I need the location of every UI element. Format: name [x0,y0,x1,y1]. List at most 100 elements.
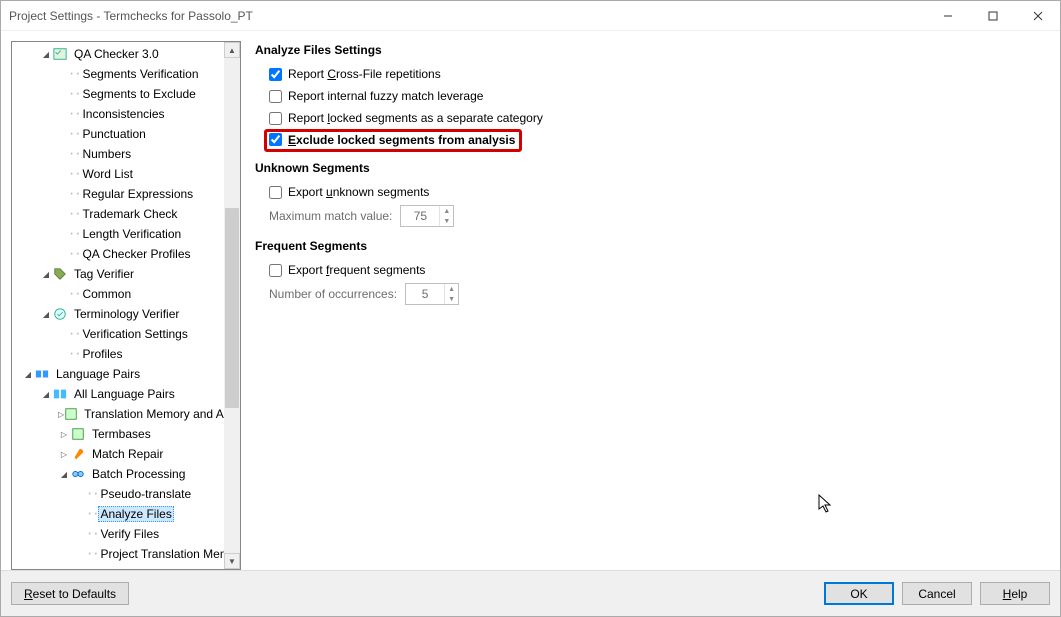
tree-label: Segments to Exclude [80,87,197,101]
checkbox-label[interactable]: Report internal fuzzy match leverage [288,89,483,103]
ok-button[interactable]: OK [824,582,894,605]
row-max-match: Maximum match value: ▲▼ [269,203,1050,229]
tree-line-icon: ·· [86,547,98,561]
checkbox-report-internal-fuzzy[interactable] [269,90,282,103]
tree-node-numbers[interactable]: ··Numbers [12,144,224,164]
scroll-down-button[interactable]: ▼ [224,553,240,569]
tree-node-translation-memory[interactable]: Translation Memory and A [12,404,224,424]
spin-up-icon[interactable]: ▲ [439,206,453,216]
checkbox-report-locked[interactable] [269,112,282,125]
tree-node-pseudo-translate[interactable]: ··Pseudo-translate [12,484,224,504]
tree-node-batch-processing[interactable]: Batch Processing [12,464,224,484]
checkbox-label[interactable]: Export frequent segments [288,263,425,277]
spin-up-icon[interactable]: ▲ [444,284,458,294]
tree-line-icon: ·· [86,507,98,521]
spinner-buttons[interactable]: ▲▼ [444,284,458,304]
tree-label: Terminology Verifier [72,307,181,321]
tree-label: Length Verification [80,227,183,241]
tree-node-trademark-check[interactable]: ··Trademark Check [12,204,224,224]
wrench-icon [70,446,86,462]
tree-node-all-language-pairs[interactable]: All Language Pairs [12,384,224,404]
tree-node-qa-checker[interactable]: QA Checker 3.0 [12,44,224,64]
checkbox-report-cross-file[interactable] [269,68,282,81]
checkbox-exclude-locked[interactable] [269,133,282,146]
checkbox-label[interactable]: Exclude locked segments from analysis [288,133,515,147]
num-occurrences-spinner[interactable]: ▲▼ [405,283,459,305]
checkbox-export-frequent[interactable] [269,264,282,277]
tree-label: Word List [80,167,134,181]
tree-node-common[interactable]: ··Common [12,284,224,304]
expand-icon[interactable] [40,269,52,280]
section-body: Export unknown segments Maximum match va… [269,181,1050,229]
tree-label: Inconsistencies [80,107,166,121]
tree-node-punctuation[interactable]: ··Punctuation [12,124,224,144]
checkbox-export-unknown[interactable] [269,186,282,199]
tree-node-match-repair[interactable]: Match Repair [12,444,224,464]
row-export-unknown: Export unknown segments [269,181,1050,203]
tree-label: Common [80,287,133,301]
close-button[interactable] [1015,1,1060,30]
settings-tree[interactable]: QA Checker 3.0 ··Segments Verification ·… [12,42,224,569]
languages-icon [52,386,68,402]
tree-label: Termbases [90,427,153,441]
tree-node-analyze-files[interactable]: ··Analyze Files [12,504,224,524]
row-export-frequent: Export frequent segments [269,259,1050,281]
tree-node-termbases[interactable]: Termbases [12,424,224,444]
language-pairs-icon [34,366,50,382]
scroll-thumb[interactable] [225,208,239,408]
tree-line-icon: ·· [68,127,80,141]
scroll-up-button[interactable]: ▲ [224,42,240,58]
tree-node-length-verification[interactable]: ··Length Verification [12,224,224,244]
tree-label: Translation Memory and A [82,407,224,421]
tree-node-regular-expressions[interactable]: ··Regular Expressions [12,184,224,204]
tree-label: Profiles [80,347,124,361]
reset-to-defaults-button[interactable]: Reset to Defaults [11,582,129,605]
tree-label: Analyze Files [98,506,173,522]
tree-node-verification-settings[interactable]: ··Verification Settings [12,324,224,344]
termbases-icon [70,426,86,442]
highlight-box: Exclude locked segments from analysis [264,129,522,152]
spin-down-icon[interactable]: ▼ [444,294,458,304]
max-match-spinner[interactable]: ▲▼ [400,205,454,227]
checkbox-label[interactable]: Report locked segments as a separate cat… [288,111,543,125]
max-match-input[interactable] [401,208,439,224]
tree-node-language-pairs[interactable]: Language Pairs [12,364,224,384]
num-occurrences-input[interactable] [406,286,444,302]
expand-icon[interactable] [22,369,34,380]
expand-icon[interactable] [40,389,52,400]
maximize-button[interactable] [970,1,1015,30]
tree-line-icon: ·· [68,87,80,101]
tree-label: QA Checker 3.0 [72,47,161,61]
tree-node-segments-verification[interactable]: ··Segments Verification [12,64,224,84]
minimize-button[interactable] [925,1,970,30]
tree-label: Project Translation Memori [98,547,224,561]
tree-node-inconsistencies[interactable]: ··Inconsistencies [12,104,224,124]
tree-node-profiles[interactable]: ··Profiles [12,344,224,364]
tree-node-verify-files[interactable]: ··Verify Files [12,524,224,544]
expand-icon[interactable] [58,429,70,440]
spin-down-icon[interactable]: ▼ [439,216,453,226]
tree-line-icon: ·· [86,487,98,501]
tree-node-word-list[interactable]: ··Word List [12,164,224,184]
spinner-buttons[interactable]: ▲▼ [439,206,453,226]
tree-node-segments-to-exclude[interactable]: ··Segments to Exclude [12,84,224,104]
expand-icon[interactable] [40,309,52,320]
tree-node-qa-checker-profiles[interactable]: ··QA Checker Profiles [12,244,224,264]
tree-label: Numbers [80,147,133,161]
scroll-track[interactable] [224,58,240,553]
expand-icon[interactable] [58,469,70,480]
tree-node-project-translation[interactable]: ··Project Translation Memori [12,544,224,564]
tree-label: Segments Verification [80,67,200,81]
tree-node-terminology-verifier[interactable]: Terminology Verifier [12,304,224,324]
cancel-button[interactable]: Cancel [902,582,972,605]
section-body: Export frequent segments Number of occur… [269,259,1050,307]
expand-icon[interactable] [40,49,52,60]
tree-scrollbar[interactable]: ▲ ▼ [224,42,240,569]
window-title: Project Settings - Termchecks for Passol… [9,9,925,23]
help-button[interactable]: Help [980,582,1050,605]
expand-icon[interactable] [58,449,70,460]
section-analyze-files-settings: Analyze Files Settings [255,43,1050,57]
checkbox-label[interactable]: Report Cross-File repetitions [288,67,441,81]
tree-node-tag-verifier[interactable]: Tag Verifier [12,264,224,284]
checkbox-label[interactable]: Export unknown segments [288,185,429,199]
